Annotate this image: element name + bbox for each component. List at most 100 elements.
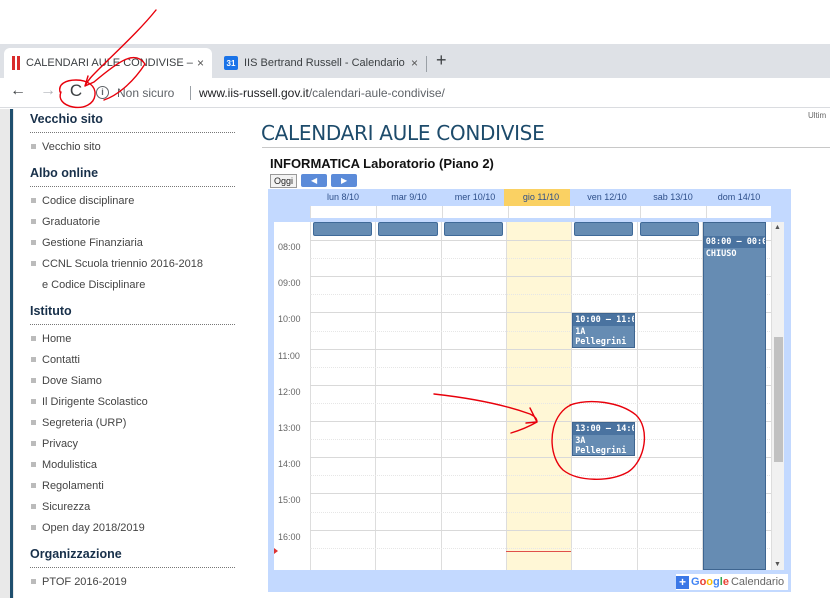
hour-label: 08:00 xyxy=(278,242,301,252)
current-time-line xyxy=(505,551,572,553)
sidebar-link-label: Graduatorie xyxy=(42,216,101,228)
sidebar-link[interactable]: Sicurezza xyxy=(30,497,235,518)
sidebar-link-label: Sicurezza xyxy=(42,501,91,513)
back-button[interactable]: ← xyxy=(8,82,28,100)
bullet-icon xyxy=(31,144,36,150)
event-block[interactable] xyxy=(443,222,503,236)
tab-calendari-aule[interactable]: CALENDARI AULE CONDIVISE – I × xyxy=(4,48,212,78)
today-column[interactable] xyxy=(505,222,572,570)
sidebar-link[interactable]: Graduatorie xyxy=(30,212,235,233)
tab-russell-calendario[interactable]: 31 IIS Bertrand Russell - Calendario × xyxy=(216,48,426,78)
event-line: Pellegrini xyxy=(575,446,627,456)
sidebar-link[interactable]: Il Dirigente Scolastico xyxy=(30,392,235,413)
url-host: www.iis-russell.gov.it xyxy=(199,86,309,100)
calendar-event[interactable]: 10:00 – 11:00 1A Pellegrini xyxy=(572,313,636,348)
calendar-event[interactable]: 08:00 – 00:00 CHIUSO xyxy=(702,222,767,570)
all-day-cell[interactable] xyxy=(574,206,640,218)
bullet-icon xyxy=(31,525,36,531)
sidebar-link[interactable]: e Codice Disciplinare xyxy=(30,275,235,296)
event-block[interactable] xyxy=(313,222,373,236)
calendar-event[interactable]: 13:00 – 14:00 3A Pellegrini xyxy=(572,422,636,457)
bullet-icon xyxy=(31,219,36,225)
bullet-icon xyxy=(31,504,36,510)
page-title: CALENDARI AULE CONDIVISE xyxy=(261,121,545,145)
reload-button[interactable]: C xyxy=(66,81,86,101)
event-block[interactable] xyxy=(574,222,634,236)
forward-button[interactable]: → xyxy=(38,82,58,100)
hour-label: 16:00 xyxy=(278,531,301,542)
sidebar-link[interactable]: PTOF 2016-2019 xyxy=(30,572,235,593)
day-column[interactable] xyxy=(571,222,636,570)
hour-label: 15:00 xyxy=(278,495,301,506)
calendar-controls: Oggi ◀ ▶ xyxy=(270,174,358,188)
prev-week-button[interactable]: ◀ xyxy=(301,174,328,187)
all-day-cell[interactable] xyxy=(376,206,442,218)
sidebar-link-label: Dove Siamo xyxy=(42,375,102,387)
sidebar-link[interactable]: Open day 2018/2019 xyxy=(30,518,235,539)
day-column[interactable] xyxy=(375,222,440,570)
sidebar-heading: Organizzazione xyxy=(30,547,235,568)
next-week-button[interactable]: ▶ xyxy=(331,174,358,187)
all-day-cell[interactable] xyxy=(640,206,706,218)
scroll-down-icon[interactable]: ▼ xyxy=(774,561,781,568)
sidebar-link[interactable]: Home xyxy=(30,329,235,350)
calendar-grid[interactable]: 08:00 09:00 10:00 11:00 12:00 13:00 14:00 15:00… xyxy=(274,222,784,570)
new-tab-button[interactable]: + xyxy=(436,50,447,71)
day-column[interactable] xyxy=(636,222,702,570)
calendario-word: Calendario xyxy=(730,576,785,588)
hour-label: 11:00 xyxy=(278,350,300,361)
sidebar-link[interactable]: CCNL Scuola triennio 2016-2018 xyxy=(30,254,235,275)
sidebar-link[interactable]: Contatti xyxy=(30,350,235,371)
google-calendar-link[interactable]: + GoogleGoogle Calendario xyxy=(676,574,788,590)
day-header-label[interactable]: dom 14/10 xyxy=(706,192,772,202)
all-day-cell[interactable] xyxy=(706,206,772,218)
sidebar-link-label: Segreteria (URP) xyxy=(42,417,127,429)
grid-scrollbar[interactable]: ▲ ▼ xyxy=(771,222,784,570)
sidebar-link-label: Home xyxy=(42,333,72,345)
day-header-label[interactable]: ven 12/10 xyxy=(574,192,640,202)
sidebar-link[interactable]: Segreteria (URP) xyxy=(30,413,235,434)
day-header-label[interactable]: mer 10/10 xyxy=(442,192,508,202)
scroll-thumb[interactable] xyxy=(774,337,783,462)
all-day-cell[interactable] xyxy=(310,206,376,218)
sidebar-link[interactable]: Regolamenti xyxy=(30,476,235,497)
sidebar-link-label: e Codice Disciplinare xyxy=(42,279,146,291)
page-corner-text: Ultim xyxy=(808,111,827,120)
event-line: CHIUSO xyxy=(705,249,737,259)
event-line: Pellegrini xyxy=(575,337,627,348)
day-header-label[interactable]: sab 13/10 xyxy=(640,192,706,202)
sidebar-link[interactable]: Dove Siamo xyxy=(30,371,235,392)
tab-close-icon[interactable]: × xyxy=(197,56,204,70)
bullet-icon xyxy=(31,462,36,468)
all-day-cell[interactable] xyxy=(508,206,574,218)
sidebar-link[interactable]: Vecchio sito xyxy=(30,137,235,158)
sidebar-link-label: Vecchio sito xyxy=(42,141,101,153)
sidebar-link-label: CCNL Scuola triennio 2016-2018 xyxy=(42,258,204,270)
day-column[interactable] xyxy=(310,222,375,570)
sidebar-link-label: PTOF 2016-2019 xyxy=(42,576,127,588)
all-day-row[interactable] xyxy=(310,206,771,218)
address-bar[interactable]: www.iis-russell.gov.it/calendari-aule-co… xyxy=(199,86,445,100)
day-header-label[interactable]: lun 8/10 xyxy=(310,192,376,202)
info-icon[interactable]: i xyxy=(96,86,109,99)
event-block[interactable] xyxy=(639,222,699,236)
today-button[interactable]: Oggi xyxy=(270,174,298,188)
sidebar-link[interactable]: Codice disciplinare xyxy=(30,191,235,212)
sidebar-link-label: Codice disciplinare xyxy=(42,195,135,207)
security-status[interactable]: Non sicuro xyxy=(117,86,174,100)
sidebar-link[interactable]: Privacy xyxy=(30,434,235,455)
day-header-label[interactable]: mar 9/10 xyxy=(376,192,442,202)
day-column[interactable] xyxy=(440,222,506,570)
scroll-up-icon[interactable]: ▲ xyxy=(774,224,781,231)
calendar-name: INFORMATICA Laboratorio (Piano 2) xyxy=(270,156,494,171)
all-day-cell[interactable] xyxy=(442,206,508,218)
sidebar-link-label: Modulistica xyxy=(42,459,98,471)
calendar-widget: lun 8/10 mar 9/10 mer 10/10 gio 11/10 ven 12… xyxy=(268,189,791,592)
page-left-edge xyxy=(0,109,14,598)
event-block[interactable] xyxy=(378,222,438,236)
day-header-label[interactable]: gio 11/10 xyxy=(508,192,574,202)
sidebar-link[interactable]: Gestione Finanziaria xyxy=(30,233,235,254)
tab-close-icon[interactable]: × xyxy=(411,56,418,70)
sidebar-link[interactable]: Modulistica xyxy=(30,455,235,476)
event-time: 08:00 – 00:00 xyxy=(703,236,767,248)
